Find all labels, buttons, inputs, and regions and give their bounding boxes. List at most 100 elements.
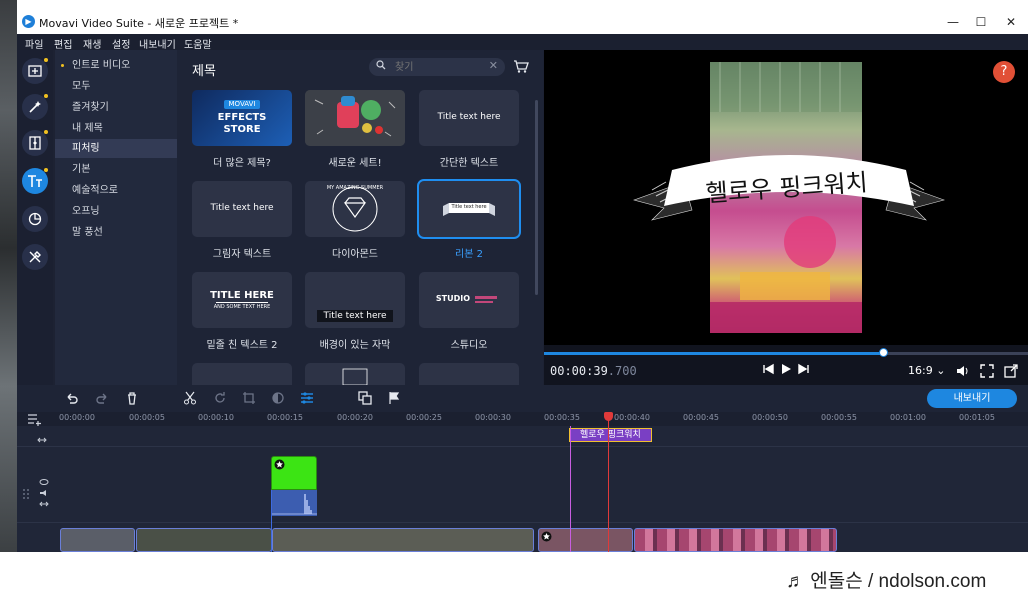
title-tile-subtitle-with-background[interactable]: Title text here 배경이 있는 자막 <box>305 272 405 351</box>
category-label: 피처링 <box>72 143 100 154</box>
timeline-playhead[interactable] <box>608 412 609 552</box>
title-tile-shadow-text[interactable]: Title text here 그림자 텍스트 <box>192 181 292 260</box>
title-tile-diamond[interactable]: MY AMAZING SUMMER 다이아몬드 <box>305 181 405 260</box>
stickers-button[interactable] <box>22 206 48 232</box>
ruler-tick: 00:00:10 <box>198 413 234 422</box>
category-label: 모두 <box>72 81 91 92</box>
menu-playback[interactable]: 재생 <box>83 36 101 51</box>
track-divider <box>17 522 1028 523</box>
redo-icon[interactable] <box>95 391 109 405</box>
search-box: ✕ <box>369 58 505 76</box>
app-window: ▶ Movavi Video Suite - 새로운 프로젝트 * — ☐ ✕ … <box>17 10 1028 552</box>
overlay-audio-clip[interactable] <box>271 490 317 516</box>
search-input[interactable] <box>393 59 489 75</box>
timeline-ruler[interactable]: 00:00:00 00:00:05 00:00:10 00:00:15 00:0… <box>17 412 1028 426</box>
playhead-handle[interactable] <box>604 412 613 421</box>
transitions-button[interactable] <box>22 130 48 156</box>
ruler-tick: 00:00:15 <box>267 413 303 422</box>
track-visibility-icon[interactable] <box>39 478 49 512</box>
clear-search-icon[interactable]: ✕ <box>489 59 498 72</box>
link-icon[interactable] <box>37 430 47 444</box>
cart-icon[interactable] <box>513 58 529 74</box>
title-tile-simple-text[interactable]: Title text here 간단한 텍스트 <box>419 90 519 169</box>
marker-flag-icon[interactable] <box>387 391 401 405</box>
overlay-clip-greenscreen[interactable] <box>271 456 317 490</box>
color-adjust-icon[interactable] <box>271 391 285 405</box>
badge-image <box>342 368 368 386</box>
stickers-icon <box>28 212 42 226</box>
cut-icon[interactable] <box>183 391 197 405</box>
title-clip[interactable]: 헬로우 핑크워치 <box>569 428 652 442</box>
effects-button[interactable] <box>22 94 48 120</box>
preview-progress-remaining[interactable] <box>884 352 1028 355</box>
title-categories: 인트로 비디오 모두 즐겨찾기 내 제목 피처링 기본 예술적으로 오프닝 말 … <box>55 50 177 385</box>
menu-settings[interactable]: 설정 <box>112 36 130 51</box>
fullscreen-icon[interactable] <box>980 364 994 378</box>
undo-icon[interactable] <box>65 391 79 405</box>
category-favorites[interactable]: 즐겨찾기 <box>55 98 177 117</box>
category-artistic[interactable]: 예술적으로 <box>55 181 177 200</box>
aspect-ratio-dropdown[interactable]: 16:9 ⌄ <box>908 364 945 377</box>
skip-back-icon[interactable] <box>762 363 774 375</box>
titles-button[interactable] <box>22 168 48 194</box>
preview-scrub-knob[interactable] <box>879 348 888 357</box>
title-tile-new-set[interactable]: 새로운 세트! <box>305 90 405 169</box>
ruler-tick: 00:00:55 <box>821 413 857 422</box>
track-drag-handle-icon[interactable] <box>21 488 31 500</box>
panel-scrollbar[interactable] <box>535 100 538 295</box>
skip-forward-icon[interactable] <box>798 363 810 375</box>
video-clip[interactable] <box>60 528 135 552</box>
watermark: ♬ 엔돌슨 / ndolson.com <box>786 571 987 592</box>
volume-icon[interactable] <box>955 364 969 378</box>
window-title: Movavi Video Suite - 새로운 프로젝트 * <box>39 17 239 30</box>
tile-label: 새로운 세트! <box>328 158 382 169</box>
menu-help[interactable]: 도움말 <box>184 36 212 51</box>
video-clip[interactable] <box>136 528 272 552</box>
category-featured[interactable]: 피처링 <box>55 139 177 158</box>
delete-icon[interactable] <box>125 391 139 405</box>
category-intro-video[interactable]: 인트로 비디오 <box>55 56 177 75</box>
accent-line <box>475 301 493 303</box>
detach-preview-icon[interactable] <box>1004 364 1018 378</box>
title-tile-effects-store[interactable]: MOVAVI EFFECTS STORE 더 많은 제목? <box>192 90 292 169</box>
thumbnail: STUDIO <box>419 272 519 328</box>
menu-export[interactable]: 내보내기 <box>139 36 176 51</box>
category-opening[interactable]: 오프닝 <box>55 202 177 221</box>
search-icon <box>376 60 386 70</box>
video-clip[interactable] <box>634 528 837 552</box>
category-my-titles[interactable]: 내 제목 <box>55 119 177 138</box>
preview-progress[interactable] <box>544 352 884 355</box>
menu-edit[interactable]: 편집 <box>54 36 72 51</box>
rotate-icon[interactable] <box>213 391 227 405</box>
title-tile-ribbon-2[interactable]: Title text here 리본 2 <box>417 179 521 260</box>
category-label: 기본 <box>72 164 91 175</box>
tile-label: 그림자 텍스트 <box>212 249 272 260</box>
menu-file[interactable]: 파일 <box>25 36 43 51</box>
panel-title: 제목 <box>192 64 216 79</box>
more-tools-button[interactable] <box>22 244 48 270</box>
thumbnail-subtext: AND SOME TEXT HERE <box>213 304 271 310</box>
close-button[interactable]: ✕ <box>997 13 1025 31</box>
category-label: 내 제목 <box>72 123 103 134</box>
add-track-icon[interactable] <box>27 412 43 426</box>
overlay-clip-marker <box>271 490 272 552</box>
import-button[interactable] <box>22 58 48 84</box>
help-button[interactable]: ? <box>993 61 1015 83</box>
title-tile-underline-text-2[interactable]: TITLE HERE AND SOME TEXT HERE 밑줄 친 텍스트 2 <box>192 272 292 351</box>
category-label: 인트로 비디오 <box>72 60 131 71</box>
clip-properties-icon[interactable] <box>300 391 314 405</box>
crop-icon[interactable] <box>242 391 256 405</box>
category-speech-bubble[interactable]: 말 풍선 <box>55 223 177 242</box>
category-basic[interactable]: 기본 <box>55 160 177 179</box>
export-button[interactable]: 내보내기 <box>927 389 1017 408</box>
category-all[interactable]: 모두 <box>55 77 177 96</box>
thumbnail-text: Title text here <box>451 204 487 210</box>
minimize-button[interactable]: — <box>939 13 967 31</box>
ruler-tick: 00:00:30 <box>475 413 511 422</box>
maximize-button[interactable]: ☐ <box>967 13 995 31</box>
title-tile-studio[interactable]: STUDIO 스튜디오 <box>419 272 519 351</box>
video-clip[interactable] <box>538 528 633 552</box>
overlay-icon[interactable] <box>358 391 372 405</box>
video-clip[interactable] <box>272 528 534 552</box>
play-icon[interactable] <box>780 363 792 375</box>
